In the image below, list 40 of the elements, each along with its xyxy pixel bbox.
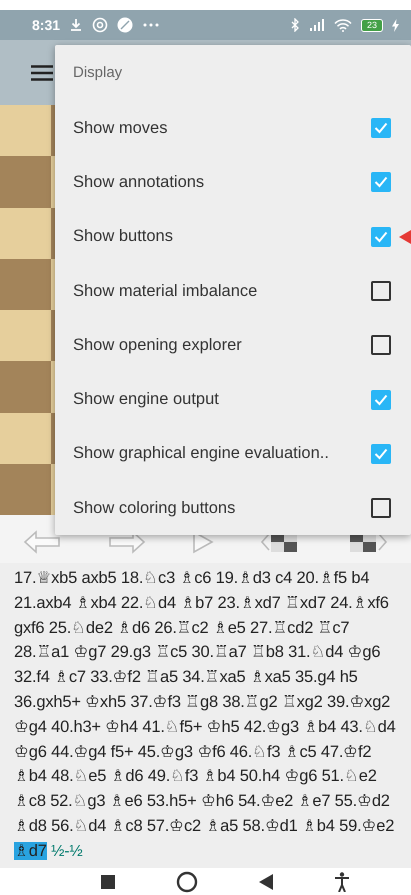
checkbox[interactable] xyxy=(371,281,391,302)
move-list-text: 17.♕xb5 axb5 18.♘c3 ♗c6 19.♗d3 c4 20.♗f5 b4 21.axb4 ♗xb4 22.♘d4 ♗b7 23.♗xd7 ♖xd7 24.♗xf6 gxf6 25.♘de2 ♗d6 26.♖c2 ♗e5 27.♖cd2 ♖c7 28.♖a1 ♔g7 29.g3 ♖c5 30.♖a7 ♖b8 31.♘d4 ♔g6 32.f4 ♗c7 33.♔f2 ♖a5 34.♖xa5 ♗xa5 35.g4 h5 36.gxh5+ ♔xh5 37.♔f3 ♖g8 38.♖g2 ♖xg2 39.♔xg2 ♔g4 40.h3+ ♔h4 41.♘f5+ ♔h5 42.♔g3 ♗b4 43.♘d4 ♔g6 44.♔g4 f5+ 45.♔g3 ♔f6 46.♘f3 ♗c5 47.♔f2 ♗b4 48.♘e5 ♗d6 49.♘f3 ♗b4 50.h4 ♔g6 51.♘e2 ♗c8 52.♘g3 ♗e6 53.h5+ ♔h6 54.♔e2 ♗e7 55.♔d2 ♗d8 56.♘d4 ♗c8 57.♔c2 ♗a5 58.♔d1 ♗b4 59.♔e2 xyxy=(14,569,396,835)
checkmark-icon xyxy=(374,448,388,460)
checkmark-icon xyxy=(374,394,388,406)
menu-item[interactable]: Show coloring buttons xyxy=(55,481,411,536)
battery-indicator: 23 xyxy=(360,18,383,32)
recents-icon[interactable] xyxy=(100,874,115,888)
checkmark-icon xyxy=(374,122,388,134)
menu-item[interactable]: Show material imbalance xyxy=(55,264,411,318)
game-result: ½-½ xyxy=(51,842,83,860)
status-time: 8:31 xyxy=(32,17,60,33)
checkbox[interactable] xyxy=(371,390,391,410)
more-icon xyxy=(142,22,160,28)
charging-bolt-icon xyxy=(392,18,399,32)
checkbox[interactable] xyxy=(371,226,391,247)
bluetooth-icon xyxy=(290,18,300,32)
signal-icon xyxy=(308,19,325,31)
menu-item[interactable]: Show annotations xyxy=(55,155,411,210)
pointer-arrow-icon xyxy=(399,230,411,244)
menu-item[interactable]: Show buttons xyxy=(55,210,411,264)
menu-item[interactable]: Show moves xyxy=(55,101,411,156)
menu-item[interactable]: Show graphical engine evaluation.. xyxy=(55,426,411,482)
accessibility-icon[interactable] xyxy=(334,872,350,892)
menu-title: Display xyxy=(72,63,124,83)
checkbox[interactable] xyxy=(371,335,391,356)
menu-item[interactable]: Show engine output xyxy=(55,372,411,427)
checkbox[interactable] xyxy=(371,118,391,138)
back-icon[interactable] xyxy=(259,874,274,890)
download-icon xyxy=(69,18,84,32)
home-icon[interactable] xyxy=(176,870,198,892)
circle-slash-icon xyxy=(117,17,134,33)
checkbox[interactable] xyxy=(371,444,391,464)
wifi-icon xyxy=(334,18,352,32)
current-move[interactable]: ♗d7 xyxy=(14,842,47,860)
checkbox[interactable] xyxy=(371,172,391,192)
checkmark-icon xyxy=(374,176,388,188)
checkmark-icon xyxy=(374,230,388,243)
checkbox[interactable] xyxy=(371,498,391,518)
menu-item[interactable]: Show opening explorer xyxy=(55,318,411,372)
menu-icon[interactable] xyxy=(31,64,53,80)
